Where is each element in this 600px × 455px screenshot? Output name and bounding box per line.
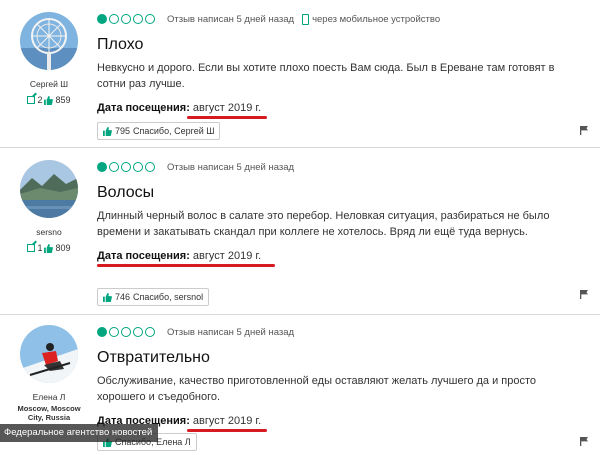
rating-bubble-icon [109, 327, 119, 337]
review-title[interactable]: Волосы [97, 184, 590, 202]
rating-bubbles [97, 327, 155, 337]
user-location: Moscow, Moscow City, Russia [17, 404, 81, 422]
username[interactable]: Елена Л [10, 392, 88, 402]
visit-label: Дата посещения: [97, 102, 190, 114]
visit-date-row: Дата посещения: август 2019 г. [97, 102, 590, 119]
flag-icon[interactable] [580, 290, 588, 299]
review-date: Отзыв написан 5 дней назад [167, 13, 295, 25]
review-count: 2 [37, 95, 43, 105]
review-title[interactable]: Плохо [97, 36, 590, 54]
member-stats: 1 809 [10, 243, 88, 253]
rating-bubble-icon [133, 14, 143, 24]
thanks-count: 746 [115, 292, 131, 302]
rating-bubble-icon [145, 14, 155, 24]
review-date: Отзыв написан 5 дней назад [167, 161, 295, 173]
username[interactable]: Сергей Ш [10, 79, 88, 89]
member-info: sersno 1 809 [10, 160, 88, 253]
rating-bubble-icon [145, 162, 155, 172]
rating-bubbles [97, 14, 155, 24]
thumbs-up-icon [44, 243, 54, 253]
thanks-label: Спасибо, Сергей Ш [133, 126, 215, 136]
review-meta: Отзыв написан 5 дней назад [97, 325, 590, 339]
rating-bubble-icon [109, 14, 119, 24]
member-info: Сергей Ш 2 859 [10, 12, 88, 105]
avatar[interactable] [20, 12, 78, 70]
username[interactable]: sersno [10, 227, 88, 237]
rating-bubble-icon [121, 14, 131, 24]
visit-date-row: Дата посещения: август 2019 г. [97, 250, 590, 267]
visit-date-row: Дата посещения: август 2019 г. [97, 415, 590, 432]
review-via: через мобильное устройство [312, 13, 441, 25]
rating-bubble-icon [97, 327, 107, 337]
visit-date: август 2019 г. [192, 102, 262, 114]
review-date: Отзыв написан 5 дней назад [167, 326, 295, 338]
review-card: sersno 1 809 Отзыв написан 5 дней назад … [0, 148, 600, 315]
highlight-underline [187, 116, 267, 119]
member-stats: 2 859 [10, 95, 88, 105]
review-text: Обслуживание, качество приготовленной ед… [97, 375, 537, 403]
watermark: Федеральное агентство новостей [0, 424, 159, 442]
rating-bubble-icon [97, 14, 107, 24]
mobile-device-icon [302, 13, 310, 25]
review-count: 1 [37, 243, 43, 253]
review-card: Сергей Ш 2 859 Отзыв написан 5 дней наза… [0, 0, 600, 148]
highlight-underline [97, 264, 275, 267]
thanks-label: Спасибо, sersnol [133, 292, 204, 302]
rating-bubble-icon [121, 327, 131, 337]
rating-bubble-icon [109, 162, 119, 172]
review-content: Отзыв написан 5 дней назад Отвратительно… [97, 325, 590, 432]
helpful-votes: 859 [55, 95, 71, 105]
flag-icon[interactable] [580, 437, 588, 446]
review-count-icon [27, 244, 36, 252]
review-count-icon [27, 96, 36, 104]
thumbs-up-icon [103, 126, 112, 136]
review-text: Длинный черный волос в салате это перебо… [97, 210, 550, 238]
review-title[interactable]: Отвратительно [97, 349, 590, 367]
review-text: Невкусно и дорого. Если вы хотите плохо … [97, 62, 555, 90]
visit-label: Дата посещения: [97, 250, 190, 262]
visit-date: август 2019 г. [192, 250, 262, 262]
avatar[interactable] [20, 160, 78, 218]
member-info: Елена Л Moscow, Moscow City, Russia [10, 325, 88, 422]
rating-bubble-icon [97, 162, 107, 172]
highlight-underline [187, 429, 267, 432]
thanks-button[interactable]: 795 Спасибо, Сергей Ш [97, 122, 221, 140]
thanks-button[interactable]: 746 Спасибо, sersnol [97, 288, 210, 306]
review-meta: Отзыв написан 5 дней назад через мобильн… [97, 12, 590, 26]
rating-bubble-icon [133, 162, 143, 172]
review-content: Отзыв написан 5 дней назад Волосы Длинны… [97, 160, 590, 267]
avatar[interactable] [20, 325, 78, 383]
rating-bubbles [97, 162, 155, 172]
helpful-votes: 809 [55, 243, 71, 253]
review-content: Отзыв написан 5 дней назад через мобильн… [97, 12, 590, 119]
thanks-count: 795 [115, 126, 131, 136]
rating-bubble-icon [121, 162, 131, 172]
rating-bubble-icon [145, 327, 155, 337]
visit-date: август 2019 г. [192, 415, 262, 427]
flag-icon[interactable] [580, 126, 588, 135]
thumbs-up-icon [103, 292, 112, 302]
rating-bubble-icon [133, 327, 143, 337]
thumbs-up-icon [44, 95, 54, 105]
review-meta: Отзыв написан 5 дней назад [97, 160, 590, 174]
